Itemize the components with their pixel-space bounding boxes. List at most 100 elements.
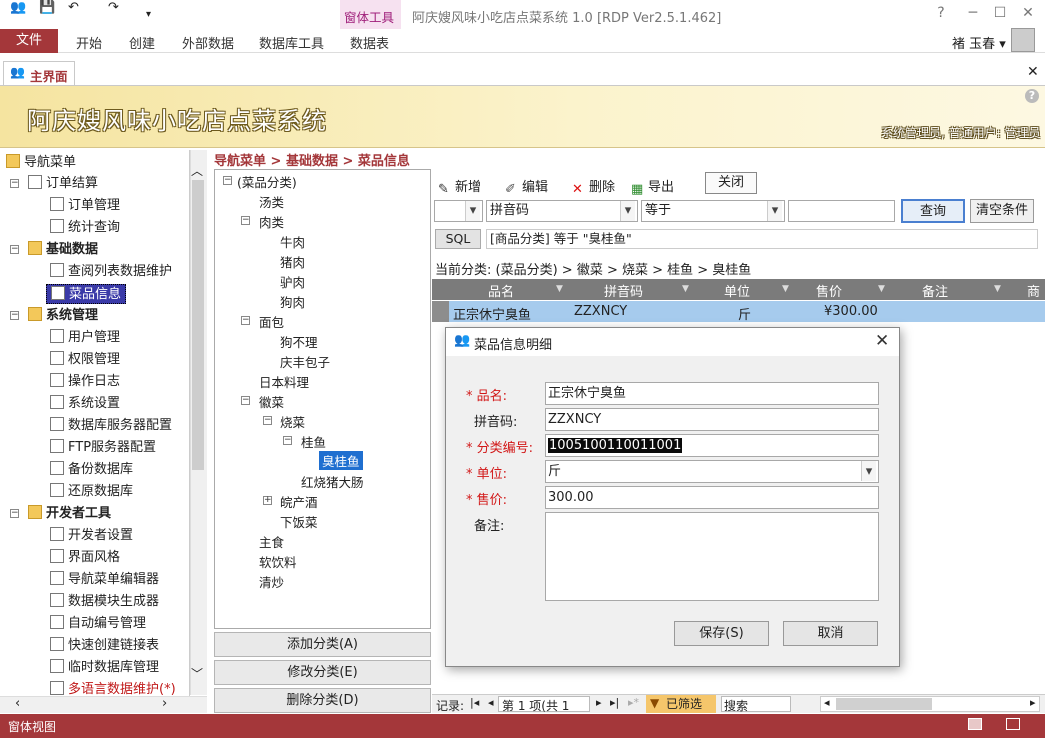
minimize-button[interactable]: ─ (961, 5, 985, 21)
logic-dropdown[interactable] (434, 200, 483, 222)
restore-button[interactable]: ☐ (988, 5, 1012, 21)
nav-item[interactable]: 基础数据 (28, 240, 98, 260)
search-input[interactable]: 搜索 (721, 696, 791, 713)
price-field[interactable]: 300.00 (545, 486, 879, 509)
tab-main[interactable]: 👥 主界面 (3, 61, 75, 85)
tab-home[interactable]: 开始 (76, 33, 102, 52)
save-button[interactable]: 保存(S) (674, 621, 769, 646)
column-header-pinyin[interactable]: 拼音码 (604, 281, 643, 300)
edit-category-button[interactable]: 修改分类(E) (214, 660, 431, 685)
record-position[interactable]: 第 1 项(共 1 项) (498, 696, 590, 730)
nav-horizontal-scrollbar[interactable] (0, 696, 207, 713)
nav-root[interactable]: 导航菜单 (6, 153, 76, 173)
collapse-icon[interactable]: − (241, 216, 250, 225)
column-header-name[interactable]: 品名 (488, 281, 514, 300)
save-icon[interactable]: 💾 (39, 0, 55, 15)
field-dropdown[interactable]: 拼音码 (486, 200, 638, 222)
collapse-icon[interactable]: − (10, 311, 19, 320)
nav-item[interactable]: 数据模块生成器 (50, 592, 159, 612)
collapse-icon[interactable]: − (223, 176, 232, 185)
nav-scroll-thumb[interactable] (192, 180, 204, 470)
nav-item[interactable]: 权限管理 (50, 350, 120, 370)
nav-item[interactable]: 导航菜单编辑器 (50, 570, 159, 590)
previous-record-icon[interactable]: ◂ (488, 696, 494, 709)
scroll-left-icon[interactable]: ◂ (824, 696, 830, 709)
nav-item[interactable]: 查阅列表数据维护 (50, 262, 172, 282)
collapse-icon[interactable]: − (241, 396, 250, 405)
nav-item-selected[interactable]: 菜品信息 (46, 284, 127, 304)
first-record-icon[interactable]: |◂ (470, 696, 479, 709)
category-node[interactable]: 猪肉 (280, 252, 305, 271)
category-node[interactable]: 庆丰包子 (280, 352, 330, 371)
name-field[interactable]: 正宗休宁臭鱼 (545, 382, 879, 405)
scroll-right-icon[interactable]: › (162, 696, 167, 711)
nav-item[interactable]: 自动编号管理 (50, 614, 146, 634)
nav-item[interactable]: 临时数据库管理 (50, 658, 159, 678)
category-node[interactable]: 日本料理 (259, 372, 309, 391)
filter-value-input[interactable] (788, 200, 895, 222)
nav-item[interactable]: 快速创建链接表 (50, 636, 159, 656)
category-node[interactable]: 徽菜 (259, 392, 284, 411)
category-node[interactable]: 狗不理 (280, 332, 318, 351)
redo-icon[interactable]: ↷ (108, 0, 119, 15)
category-node[interactable]: 桂鱼 (301, 432, 326, 451)
clear-filter-button[interactable]: 清空条件 (970, 199, 1034, 223)
nav-item[interactable]: 订单管理 (50, 196, 120, 216)
category-node[interactable]: 面包 (259, 312, 284, 331)
undo-icon[interactable]: ↶ (68, 0, 79, 15)
sql-label[interactable]: SQL (435, 229, 481, 249)
nav-item[interactable]: 备份数据库 (50, 460, 133, 480)
cancel-button[interactable]: 取消 (783, 621, 878, 646)
category-node[interactable]: 汤类 (259, 192, 284, 211)
dialog-close-icon[interactable]: ✕ (875, 331, 889, 351)
nav-item[interactable]: 还原数据库 (50, 482, 133, 502)
category-node[interactable]: 主食 (259, 532, 284, 551)
collapse-icon[interactable]: − (10, 179, 19, 188)
collapse-icon[interactable]: − (283, 436, 292, 445)
nav-item[interactable]: 统计查询 (50, 218, 120, 238)
close-window-button[interactable]: ✕ (1016, 5, 1040, 21)
category-node-selected[interactable]: 臭桂鱼 (319, 451, 363, 470)
nav-item[interactable]: 数据库服务器配置 (50, 416, 172, 436)
delete-button[interactable]: ✕ 删除 (572, 176, 615, 197)
scroll-up-icon[interactable]: ︿ (191, 162, 203, 179)
tab-datasheet[interactable]: 数据表 (350, 33, 389, 52)
close-form-button[interactable]: 关闭 (705, 172, 757, 194)
query-button[interactable]: 查询 (901, 199, 965, 223)
add-category-button[interactable]: 添加分类(A) (214, 632, 431, 657)
cell-name[interactable]: 正宗休宁臭鱼 (453, 304, 531, 323)
nav-item[interactable]: 开发者设置 (50, 526, 133, 546)
pinyin-field[interactable]: ZZXNCY (545, 408, 879, 431)
chevron-down-icon[interactable]: ▼ (994, 284, 1001, 294)
unit-select[interactable]: 斤 (545, 460, 879, 483)
edit-button[interactable]: ✐ 编辑 (505, 176, 548, 197)
collapse-icon[interactable]: − (10, 245, 19, 254)
column-header-unit[interactable]: 单位 (724, 281, 750, 300)
category-node[interactable]: 清炒 (259, 572, 284, 591)
category-code-field[interactable]: 1005100110011001 (545, 434, 879, 457)
form-view-icon[interactable] (968, 718, 982, 730)
nav-item[interactable]: 用户管理 (50, 328, 120, 348)
datasheet-view-icon[interactable] (1006, 718, 1020, 730)
nav-item[interactable]: 界面风格 (50, 548, 120, 568)
scroll-right-icon[interactable]: ▸ (1030, 696, 1036, 709)
close-tab-button[interactable]: ✕ (1027, 64, 1039, 80)
new-record-icon[interactable]: ▸* (628, 696, 639, 709)
last-record-icon[interactable]: ▸| (610, 696, 619, 709)
scroll-down-icon[interactable]: ﹀ (191, 665, 203, 682)
column-header-remark[interactable]: 备注 (922, 281, 948, 300)
cell-price[interactable]: ¥300.00 (824, 304, 878, 319)
chevron-down-icon[interactable]: ▼ (682, 284, 689, 294)
tab-external-data[interactable]: 外部数据 (182, 33, 234, 52)
next-record-icon[interactable]: ▸ (596, 696, 602, 709)
category-node[interactable]: 皖产酒 (280, 492, 318, 511)
category-node[interactable]: 下饭菜 (280, 512, 318, 531)
customize-toolbar-icon[interactable]: ▾ (146, 9, 151, 20)
expand-icon[interactable]: + (263, 496, 272, 505)
cell-pinyin[interactable]: ZZXNCY (574, 304, 627, 319)
collapse-icon[interactable]: − (10, 509, 19, 518)
nav-item[interactable]: 订单结算 (28, 174, 98, 194)
help-button[interactable]: ? (929, 5, 953, 21)
nav-item[interactable]: 操作日志 (50, 372, 120, 392)
tab-create[interactable]: 创建 (129, 33, 155, 52)
